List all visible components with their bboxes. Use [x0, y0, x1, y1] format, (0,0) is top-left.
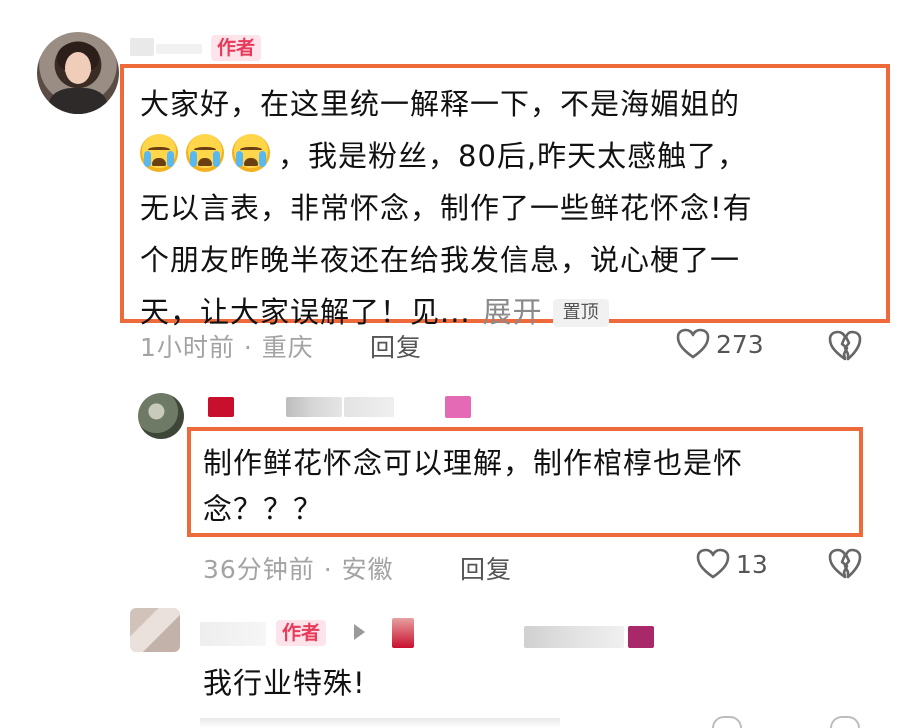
pinned-badge: 置顶 [552, 299, 609, 327]
comment-line: 个朋友昨晚半夜还在给我发信息，说心梗了一 [140, 243, 741, 277]
dislike-button[interactable] [828, 330, 862, 366]
comment-line: 无以言表，非常怀念，制作了一些鲜花怀念!有 [140, 191, 753, 225]
broken-heart-icon [828, 330, 862, 361]
author-avatar[interactable] [37, 32, 119, 114]
comment-line-text: 天，让大家误解了！见... [140, 295, 471, 329]
broken-heart-icon [828, 548, 862, 579]
username-blurred-2 [392, 618, 414, 648]
loudly-crying-face-icon [232, 134, 270, 172]
username-blurred[interactable] [130, 38, 154, 56]
username-blurred-2 [286, 397, 342, 417]
username-blurred-2 [156, 44, 202, 54]
author-badge: 作者 [276, 620, 327, 646]
comment-text-reply[interactable]: 制作鲜花怀念可以理解，制作棺椁也是怀 念？？？ [203, 440, 843, 532]
comment-line-text: ，我是粉丝，80后,昨天太感触了， [278, 139, 748, 173]
reply-arrow-icon [354, 624, 365, 640]
reply-button[interactable]: 回复 [370, 328, 422, 364]
username-blurred-3 [524, 626, 624, 648]
comment-line: 大家好，在这里统一解释一下，不是海媚姐的 [140, 87, 741, 121]
comment-meta: 1小时前 · 重庆 [140, 333, 314, 362]
like-button[interactable]: 13 [696, 548, 768, 580]
like-count: 13 [736, 549, 768, 579]
username-blurred-4 [628, 626, 654, 648]
broken-heart-icon [830, 716, 860, 728]
comment-text-author-reply[interactable]: 我行业特殊! [203, 663, 366, 703]
author-avatar-small[interactable] [130, 608, 180, 652]
expand-link[interactable]: 展开 [483, 295, 543, 329]
comment-line: 制作鲜花怀念可以理解，制作棺椁也是怀 [203, 446, 744, 480]
heart-icon [712, 716, 742, 728]
loudly-crying-face-icon [186, 134, 224, 172]
reply-button[interactable]: 回复 [460, 550, 512, 586]
dislike-button[interactable] [828, 548, 862, 584]
username-blurred[interactable] [208, 397, 234, 417]
like-count: 273 [716, 329, 764, 359]
like-button[interactable]: 273 [676, 328, 764, 360]
username-blurred[interactable] [200, 622, 266, 646]
heart-icon [676, 328, 710, 359]
username-blurred-3 [344, 397, 394, 417]
loudly-crying-face-icon [140, 134, 178, 172]
author-badge: 作者 [211, 35, 262, 61]
comment-meta: 36分钟前 · 安徽 [203, 555, 394, 584]
meta-row-cutoff [200, 718, 560, 728]
comment-line: 念？？？ [203, 492, 324, 526]
comment-line: ，我是粉丝，80后,昨天太感触了， [140, 130, 840, 182]
comment-text-main[interactable]: 大家好，在这里统一解释一下，不是海媚姐的 ，我是粉丝，80后,昨天太感触了， 无… [140, 78, 840, 338]
username-blurred-4 [445, 396, 471, 418]
reply-avatar[interactable] [138, 393, 184, 439]
comment-thread: 作者 大家好，在这里统一解释一下，不是海媚姐的 ，我是粉丝，80后,昨天太感触了… [0, 0, 900, 728]
heart-icon [696, 548, 730, 579]
